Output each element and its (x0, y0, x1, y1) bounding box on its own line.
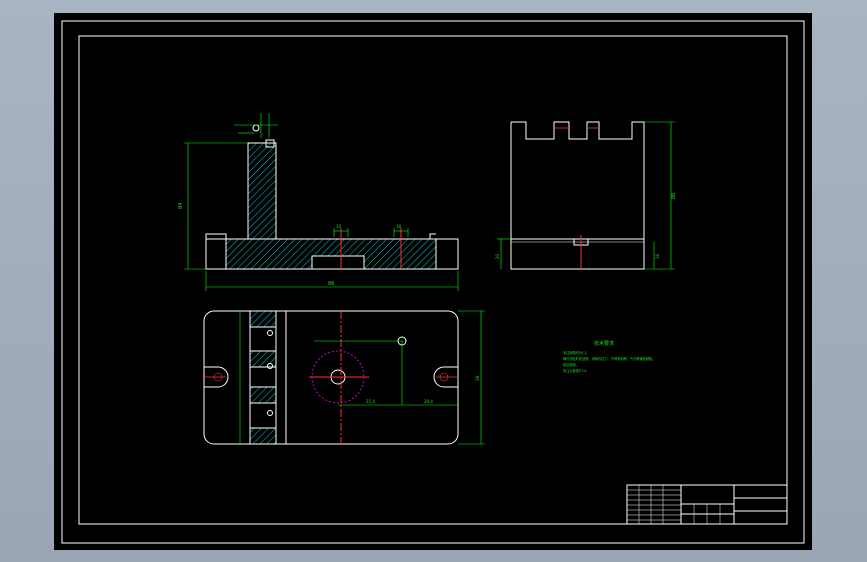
side-height-dim: 86 (671, 193, 677, 199)
front-view: 84 86 10 18 (178, 113, 459, 291)
note-line-1: 未注倒角均为C1。 (563, 350, 590, 355)
side-view: 86 20 16 (495, 121, 677, 270)
engineering-drawing: 84 86 10 18 86 20 16 25.4 29.4 38 技术要求 未… (61, 20, 805, 544)
front-height-dim: 84 (178, 203, 184, 209)
top-height-dim: 38 (475, 375, 480, 381)
inner-border (78, 35, 788, 525)
note-line-2: 铸件须经时效处理，消除内应力，不得有砂眼、气孔等铸造缺陷。 (563, 356, 655, 361)
side-base-dim: 20 (495, 253, 500, 259)
technical-notes: 技术要求 未注倒角均为C1。 铸件须经时效处理，消除内应力，不得有砂眼、气孔等铸… (563, 340, 655, 373)
notes-title: 技术要求 (594, 340, 614, 347)
note-line-4: 未注公差按IT14。 (563, 368, 589, 373)
front-hole-dim: 18 (396, 224, 402, 229)
note-line-3: 锐边倒钝。 (563, 362, 579, 367)
front-width-dim: 86 (328, 281, 334, 287)
front-slot-dim: 10 (336, 224, 342, 229)
top-view: 25.4 29.4 38 (203, 310, 485, 445)
outer-border (61, 20, 805, 544)
title-block (626, 484, 788, 525)
side-step-dim: 16 (655, 253, 660, 259)
top-offset-dim-1: 25.4 (366, 399, 375, 404)
cad-viewport[interactable]: 84 86 10 18 86 20 16 25.4 29.4 38 技术要求 未… (54, 13, 812, 550)
top-offset-dim-2: 29.4 (424, 399, 433, 404)
